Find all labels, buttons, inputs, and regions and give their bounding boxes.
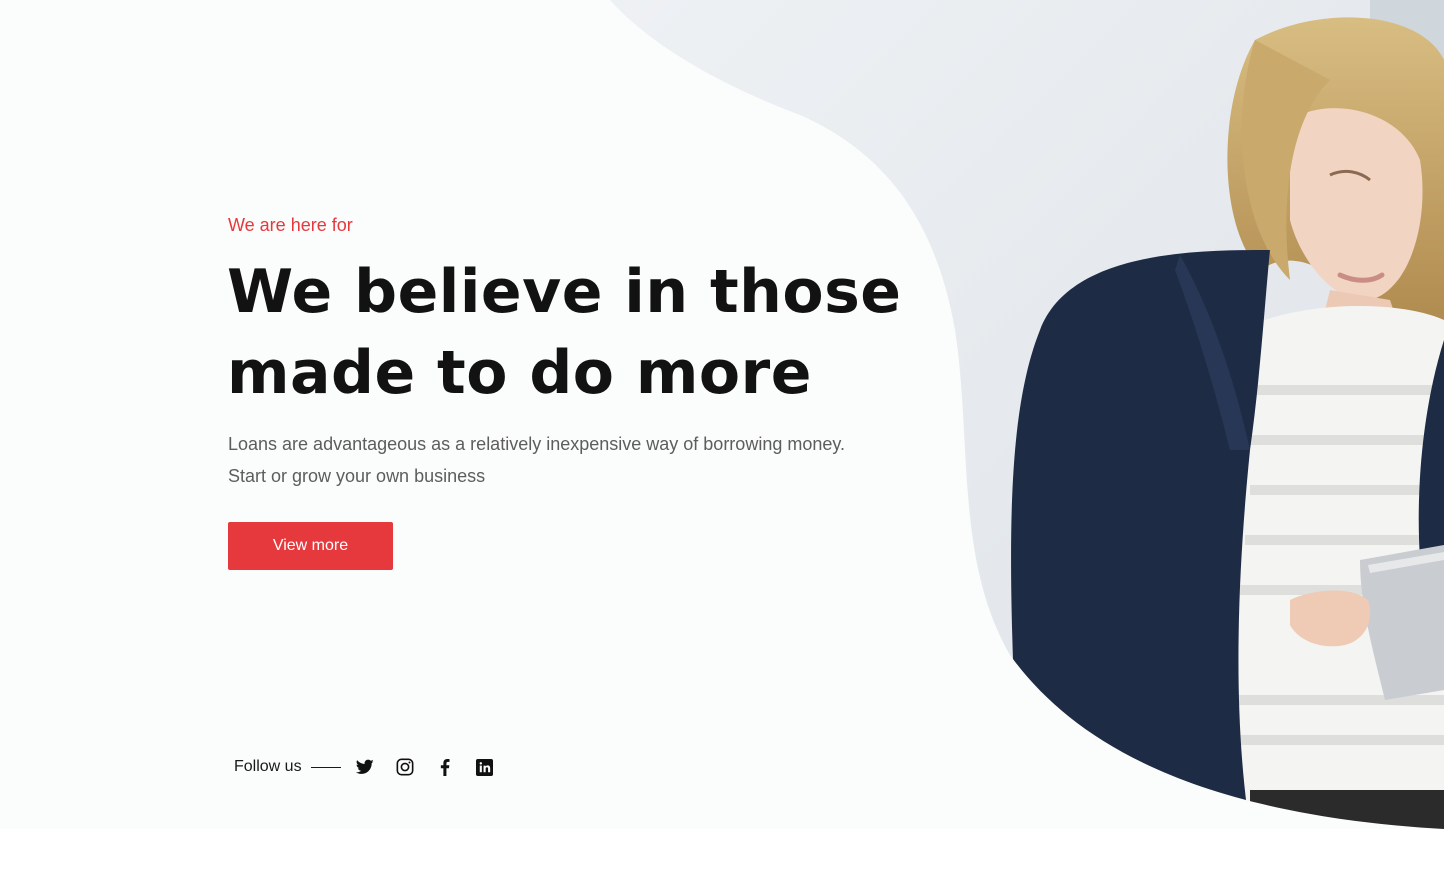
hero-eyebrow: We are here for (228, 215, 353, 235)
hero-headline: We believe in those made to do more (227, 252, 907, 414)
hero-photo (610, 0, 1444, 829)
view-more-button[interactable]: View more (228, 522, 393, 570)
hero-headline-line: We believe in those (227, 257, 902, 327)
divider-line (310, 766, 341, 768)
hero-description-line: Loans are advantageous as a relatively i… (228, 434, 846, 454)
follow-us-label: Follow us (234, 758, 302, 775)
instagram-icon[interactable] (393, 755, 417, 779)
hero-headline-line: made to do more (227, 338, 812, 408)
follow-us-bar: Follow us (234, 755, 513, 779)
facebook-icon[interactable] (433, 755, 457, 779)
twitter-icon[interactable] (353, 755, 377, 779)
hero-description-line: Start or grow your own business (228, 466, 486, 486)
linkedin-icon[interactable] (473, 755, 497, 779)
hero-section: We are here for We believe in those made… (0, 0, 1444, 829)
hero-description: Loans are advantageous as a relatively i… (228, 428, 868, 492)
